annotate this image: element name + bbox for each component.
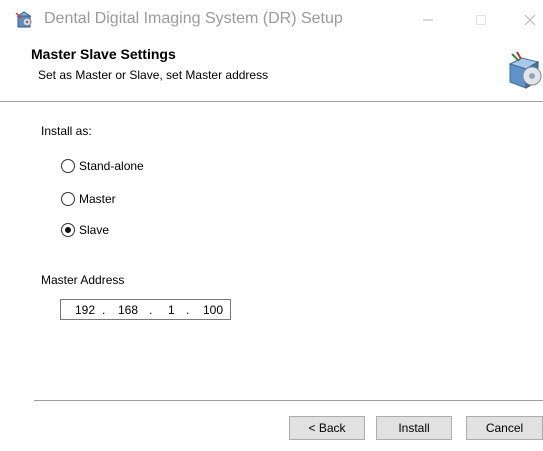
title-bar[interactable]: Dental Digital Imaging System (DR) Setup: [0, 0, 543, 40]
radio-label: Stand-alone: [79, 159, 144, 173]
installer-box-icon: [506, 48, 543, 94]
window-title: Dental Digital Imaging System (DR) Setup: [44, 10, 343, 27]
radio-label: Master: [79, 192, 116, 206]
radio-stand-alone[interactable]: Stand-alone: [61, 158, 144, 174]
ip-octet-2[interactable]: 168: [118, 303, 138, 317]
install-button[interactable]: Install: [376, 416, 452, 440]
radio-slave[interactable]: Slave: [61, 222, 109, 238]
radio-master[interactable]: Master: [61, 191, 116, 207]
ip-separator: .: [102, 303, 106, 317]
footer-divider: [34, 400, 543, 401]
page-title: Master Slave Settings: [31, 46, 176, 62]
page-subtitle: Set as Master or Slave, set Master addre…: [38, 68, 269, 82]
close-icon[interactable]: [507, 0, 543, 40]
wizard-content: Install as: Stand-alone Master Slave Mas…: [0, 102, 543, 402]
radio-button[interactable]: [61, 192, 75, 206]
maximize-icon[interactable]: [458, 0, 504, 40]
radio-label: Slave: [79, 223, 110, 237]
master-address-label: Master Address: [41, 273, 125, 287]
cancel-button[interactable]: Cancel: [466, 416, 543, 440]
installer-app-icon: [14, 9, 34, 29]
wizard-header: Master Slave Settings Set as Master or S…: [0, 40, 543, 101]
minimize-icon[interactable]: [405, 0, 451, 40]
ip-separator: .: [186, 303, 190, 317]
back-button[interactable]: < Back: [289, 416, 365, 440]
ip-octet-1[interactable]: 192: [75, 303, 95, 317]
ip-separator: .: [149, 303, 153, 317]
radio-button[interactable]: [61, 159, 75, 173]
ip-octet-3[interactable]: 1: [168, 303, 175, 317]
radio-button-selected[interactable]: [61, 223, 75, 237]
install-as-label: Install as:: [41, 124, 92, 138]
master-address-input[interactable]: 192 . 168 . 1 . 100: [60, 299, 231, 320]
ip-octet-4[interactable]: 100: [203, 303, 223, 317]
